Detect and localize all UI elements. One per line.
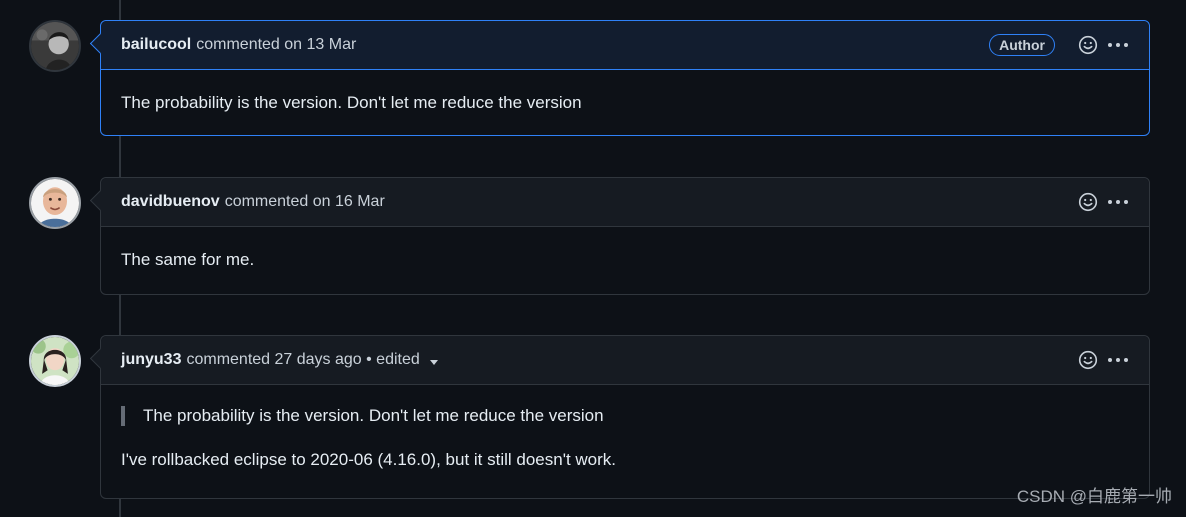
kebab-horizontal-icon[interactable] <box>1107 34 1129 56</box>
comment-timestamp[interactable]: commented on 13 Mar <box>196 36 356 54</box>
smiley-icon[interactable] <box>1077 34 1099 56</box>
comment-timestamp[interactable]: commented 27 days ago • edited <box>186 351 419 369</box>
comment-box: junyu33 commented 27 days ago • edited T… <box>100 335 1150 499</box>
comment-box: bailucool commented on 13 Mar Author The… <box>100 20 1150 136</box>
comment-text: I've rollbacked eclipse to 2020-06 (4.16… <box>121 450 617 469</box>
avatar[interactable] <box>29 177 81 229</box>
comment-header: junyu33 commented 27 days ago • edited <box>101 336 1149 385</box>
comment-author-link[interactable]: junyu33 <box>121 351 181 369</box>
smiley-icon[interactable] <box>1077 349 1099 371</box>
kebab-horizontal-icon[interactable] <box>1107 191 1129 213</box>
author-badge: Author <box>989 34 1055 56</box>
comment-author-link[interactable]: davidbuenov <box>121 193 220 211</box>
blockquote: The probability is the version. Don't le… <box>121 406 1129 426</box>
comment-timestamp[interactable]: commented on 16 Mar <box>225 193 385 211</box>
kebab-horizontal-icon[interactable] <box>1107 349 1129 371</box>
avatar[interactable] <box>29 335 81 387</box>
comment-body: The probability is the version. Don't le… <box>101 385 1149 470</box>
comment-body: The probability is the version. Don't le… <box>101 70 1149 113</box>
comment-header: bailucool commented on 13 Mar Author <box>101 21 1149 70</box>
smiley-icon[interactable] <box>1077 191 1099 213</box>
comment-text: The same for me. <box>121 250 255 269</box>
comment-header: davidbuenov commented on 16 Mar <box>101 178 1149 227</box>
watermark: CSDN @白鹿第一帅 <box>1016 487 1172 506</box>
comment-text: The probability is the version. Don't le… <box>121 93 582 112</box>
quoted-text: The probability is the version. Don't le… <box>143 406 604 425</box>
comment-body: The same for me. <box>101 227 1149 270</box>
avatar[interactable] <box>29 20 81 72</box>
comment-timeline: bailucool commented on 13 Mar Author The… <box>0 0 1186 517</box>
comment-box: davidbuenov commented on 16 Mar The same… <box>100 177 1150 295</box>
comment-author-link[interactable]: bailucool <box>121 36 191 54</box>
caret-down-icon[interactable] <box>429 359 438 365</box>
